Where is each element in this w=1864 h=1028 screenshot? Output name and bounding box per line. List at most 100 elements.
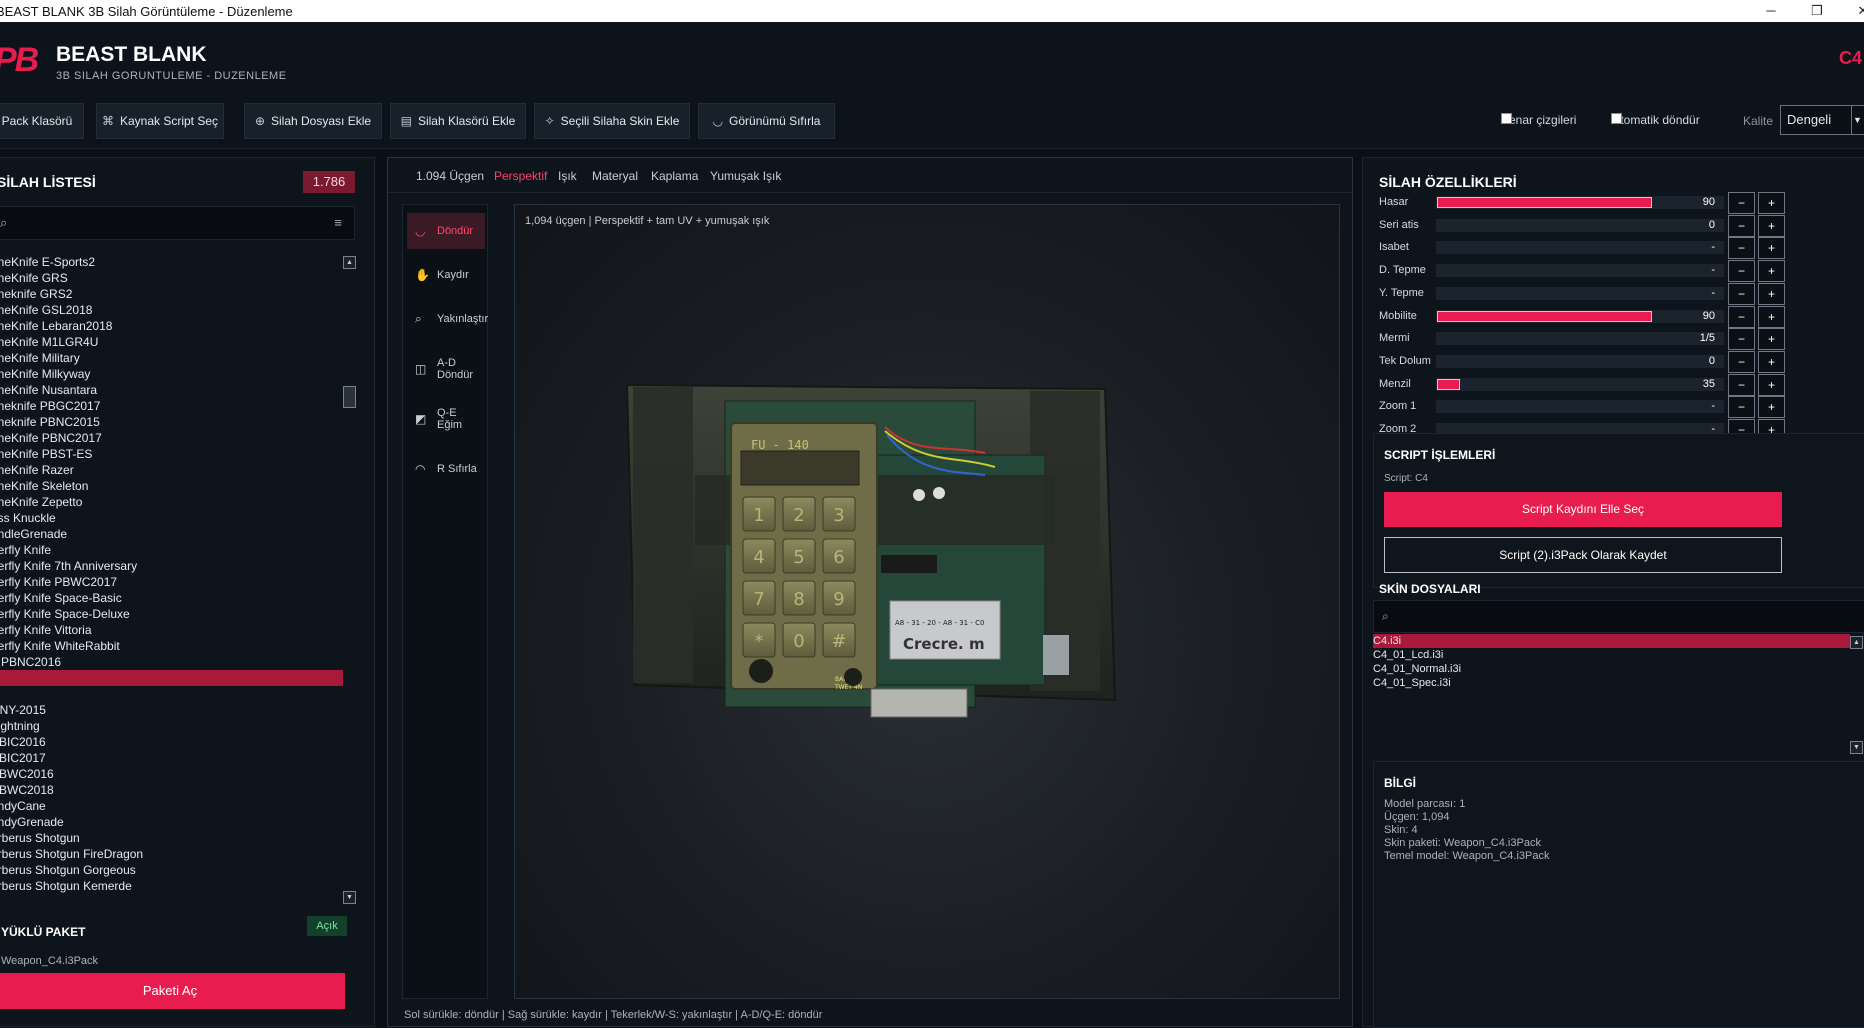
tab-soft-light[interactable]: Yumuşak Işık <box>710 169 781 183</box>
increase-button[interactable]: + <box>1758 282 1785 305</box>
weapon-list-item[interactable]: PBIC2017 <box>0 750 343 766</box>
weapon-list-item[interactable]: tterfly Knife 7th Anniversary <box>0 558 343 574</box>
scroll-up-icon[interactable]: ▲ <box>343 256 356 269</box>
tool-qe-tilt[interactable]: ◩ Q-E Eğim <box>407 401 485 437</box>
tool-rotate[interactable]: ◡ Döndür <box>407 213 485 249</box>
menu-icon[interactable]: ≡ <box>334 215 342 230</box>
weapon-list-item[interactable]: tterfly Knife Space-Basic <box>0 590 343 606</box>
weapon-list-item[interactable]: eneKnife M1LGR4U <box>0 334 343 350</box>
edge-lines-checkbox[interactable]: Kenar çizgileri <box>1501 113 1576 127</box>
skin-list-item[interactable]: C4_01_Lcd.i3i <box>1373 648 1850 662</box>
tool-ad-rotate[interactable]: ◫ A-D Döndür <box>407 351 485 387</box>
weapon-list-item[interactable]: eneknife GRS2 <box>0 286 343 302</box>
skin-list-scrollbar[interactable]: ▲ ▼ <box>1850 636 1863 754</box>
scroll-thumb[interactable] <box>343 386 356 408</box>
open-pack-button[interactable]: Paketi Aç <box>0 973 345 1009</box>
pack-folder-button[interactable]: Pack Klasörü <box>0 103 84 139</box>
weapon-list-item[interactable]: tterfly Knife PBWC2017 <box>0 574 343 590</box>
add-skin-button[interactable]: ✧ Seçili Silaha Skin Ekle <box>534 103 690 139</box>
add-weapon-file-button[interactable]: ⊕ Silah Dosyası Ekle <box>244 103 382 139</box>
weapon-list-item[interactable]: andyGrenade <box>0 814 343 830</box>
weapon-list-item[interactable]: PBWC2016 <box>0 766 343 782</box>
weapon-list-item[interactable]: eneKnife PBST-ES <box>0 446 343 462</box>
maximize-button[interactable]: ❐ <box>1794 0 1840 22</box>
scroll-down-icon[interactable]: ▼ <box>343 891 356 904</box>
weapon-list-item[interactable]: Lightning <box>0 718 343 734</box>
increase-button[interactable]: + <box>1758 237 1785 260</box>
select-script-button[interactable]: Script Kaydını Elle Seç <box>1384 492 1782 527</box>
increase-button[interactable]: + <box>1758 214 1785 237</box>
weapon-list-item[interactable]: eneKnife Military <box>0 350 343 366</box>
weapon-list-item[interactable]: eneKnife Milkyway <box>0 366 343 382</box>
reset-view-button[interactable]: ◡ Görünümü Sıfırla <box>698 103 835 139</box>
scroll-down-icon[interactable]: ▼ <box>1850 741 1863 754</box>
weapon-list-item[interactable]: eneKnife GSL2018 <box>0 302 343 318</box>
weapon-list-item[interactable]: eneKnife GRS <box>0 270 343 286</box>
save-script-button[interactable]: Script (2).i3Pack Olarak Kaydet <box>1384 537 1782 573</box>
tool-reset[interactable]: ◠ R Sıfırla <box>407 451 485 487</box>
tab-light[interactable]: Işık <box>558 169 577 183</box>
decrease-button[interactable]: − <box>1728 237 1755 260</box>
weapon-list-item[interactable]: CNY-2015 <box>0 702 343 718</box>
weapon-list-item[interactable]: erberus Shotgun Gorgeous <box>0 862 343 878</box>
skin-list-item[interactable]: C4_01_Spec.i3i <box>1373 676 1850 690</box>
weapon-list-item[interactable]: eneKnife E-Sports2 <box>0 254 343 270</box>
weapon-search-input[interactable]: ⌕ ≡ <box>0 206 355 240</box>
weapon-list-item[interactable]: PBWC2018 <box>0 782 343 798</box>
weapon-list-item[interactable]: 5 PBNC2016 <box>0 654 343 670</box>
weapon-list-item[interactable]: eneKnife Razer <box>0 462 343 478</box>
weapon-list-item[interactable]: tterfly Knife Vittoria <box>0 622 343 638</box>
weapon-list-item[interactable]: eneKnife Nusantara <box>0 382 343 398</box>
weapon-list-item[interactable]: eneknife PBNC2015 <box>0 414 343 430</box>
increase-button[interactable]: + <box>1758 350 1785 373</box>
scroll-up-icon[interactable]: ▲ <box>1850 636 1863 649</box>
minimize-button[interactable]: ─ <box>1748 0 1794 22</box>
weapon-list-item[interactable]: erberus Shotgun Kemerde <box>0 878 343 894</box>
weapon-list-item[interactable]: eneknife PBGC2017 <box>0 398 343 414</box>
decrease-button[interactable]: − <box>1728 305 1755 328</box>
increase-button[interactable]: + <box>1758 396 1785 419</box>
weapon-list-item[interactable] <box>0 670 343 686</box>
decrease-button[interactable]: − <box>1728 373 1755 396</box>
weapon-list-item[interactable] <box>0 686 343 702</box>
skin-list-item[interactable]: C4.i3i <box>1373 634 1850 648</box>
decrease-button[interactable]: − <box>1728 396 1755 419</box>
increase-button[interactable]: + <box>1758 373 1785 396</box>
source-script-button[interactable]: ⌘ Kaynak Script Seç <box>96 103 224 139</box>
weapon-list-item[interactable]: erberus Shotgun FireDragon <box>0 846 343 862</box>
close-button[interactable]: ✕ <box>1840 0 1864 22</box>
decrease-button[interactable]: − <box>1728 282 1755 305</box>
tab-perspective[interactable]: Perspektif <box>494 169 547 183</box>
weapon-list-item[interactable]: eneKnife PBNC2017 <box>0 430 343 446</box>
decrease-button[interactable]: − <box>1728 350 1755 373</box>
tool-zoom[interactable]: ⌕ Yakınlaştır <box>407 301 488 337</box>
tool-pan[interactable]: ✋ Kaydır <box>407 257 485 293</box>
tab-material[interactable]: Materyal <box>592 169 638 183</box>
3d-viewport[interactable]: 1,094 üçgen | Perspektif + tam UV + yumu… <box>514 204 1340 999</box>
decrease-button[interactable]: − <box>1728 328 1755 351</box>
weapon-list-item[interactable]: tterfly Knife WhiteRabbit <box>0 638 343 654</box>
add-weapon-folder-button[interactable]: ▤ Silah Klasörü Ekle <box>390 103 526 139</box>
weapon-list-item[interactable]: tterfly Knife Space-Deluxe <box>0 606 343 622</box>
weapon-list-item[interactable]: eneKnife Skeleton <box>0 478 343 494</box>
tab-texture[interactable]: Kaplama <box>651 169 698 183</box>
skin-search-input[interactable]: ⌕ <box>1373 600 1864 633</box>
increase-button[interactable]: + <box>1758 192 1785 214</box>
weapon-list-item[interactable]: andyCane <box>0 798 343 814</box>
decrease-button[interactable]: − <box>1728 214 1755 237</box>
weapon-list-item[interactable]: undleGrenade <box>0 526 343 542</box>
decrease-button[interactable]: − <box>1728 260 1755 283</box>
weapon-list-item[interactable]: eneKnife Lebaran2018 <box>0 318 343 334</box>
quality-select[interactable]: Dengeli ▼ <box>1780 105 1864 135</box>
increase-button[interactable]: + <box>1758 328 1785 351</box>
decrease-button[interactable]: − <box>1728 192 1755 214</box>
increase-button[interactable]: + <box>1758 260 1785 283</box>
weapon-list-scrollbar[interactable]: ▲ ▼ <box>343 256 356 904</box>
skin-list-item[interactable]: C4_01_Normal.i3i <box>1373 662 1850 676</box>
weapon-list-item[interactable]: eneKnife Zepetto <box>0 494 343 510</box>
weapon-list-item[interactable]: PBIC2016 <box>0 734 343 750</box>
weapon-list-item[interactable]: erberus Shotgun <box>0 830 343 846</box>
weapon-list-item[interactable]: tterfly Knife <box>0 542 343 558</box>
auto-rotate-checkbox[interactable]: Otomatik döndür <box>1611 113 1700 127</box>
increase-button[interactable]: + <box>1758 305 1785 328</box>
